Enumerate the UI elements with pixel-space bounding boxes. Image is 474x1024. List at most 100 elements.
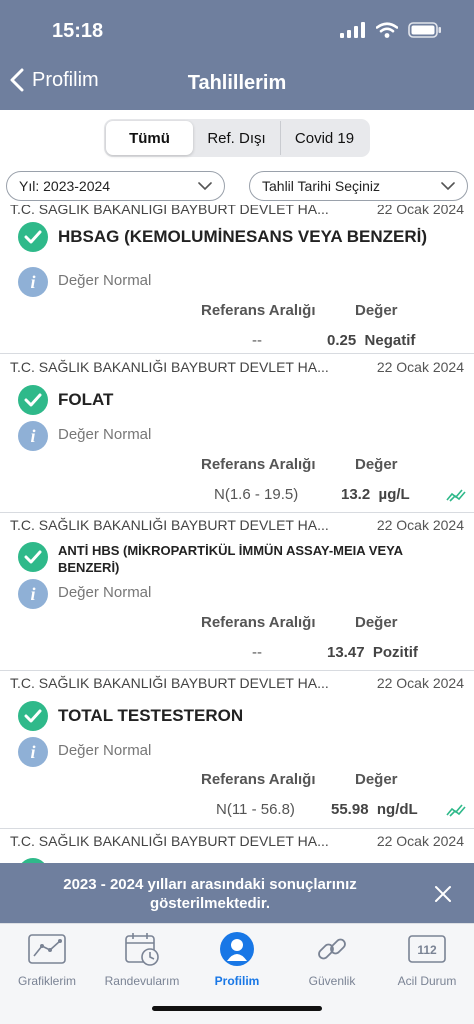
reference-range: N(11 - 56.8) xyxy=(216,801,295,818)
banner-text: 2023 - 2024 yılları arasındaki sonuçları… xyxy=(63,876,357,912)
info-icon[interactable]: i xyxy=(18,421,48,451)
emergency-icon: 112 xyxy=(407,930,447,968)
segment-out-of-range[interactable]: Ref. Dışı xyxy=(193,121,281,155)
hospital-name: T.C. SAĞLIK BAKANLIĞI BAYBURT DEVLET HA.… xyxy=(10,359,329,375)
result-value: 13.2 µg/L xyxy=(341,486,410,503)
reference-range: N(1.6 - 19.5) xyxy=(214,486,299,503)
info-icon[interactable]: i xyxy=(18,737,48,767)
result-value: 13.47 Pozitif xyxy=(327,644,418,661)
reference-range: -- xyxy=(252,644,262,661)
result-date: 22 Ocak 2024 xyxy=(376,359,464,375)
trend-chart-icon[interactable] xyxy=(446,488,466,502)
result-number: 0.25 xyxy=(327,332,357,349)
result-card[interactable]: T.C. SAĞLIK BAKANLIĞI BAYBURT DEVLET HA.… xyxy=(0,355,474,513)
info-icon[interactable]: i xyxy=(18,267,48,297)
status-bar: 15:18 xyxy=(0,0,474,60)
value-header: Değer xyxy=(355,771,398,788)
year-select[interactable]: Yıl: 2023-2024 xyxy=(6,171,225,201)
chevron-down-icon xyxy=(441,181,455,190)
result-number: 55.98 xyxy=(331,801,369,818)
chart-icon xyxy=(27,930,67,968)
tab-label: Acil Durum xyxy=(397,974,457,988)
wifi-icon xyxy=(376,22,398,38)
hospital-name: T.C. SAĞLIK BAKANLIĞI BAYBURT DEVLET HA.… xyxy=(10,675,329,691)
cellular-signal-icon xyxy=(340,22,365,38)
info-banner: 2023 - 2024 yılları arasındaki sonuçları… xyxy=(0,863,474,923)
reference-range-header: Referans Aralığı xyxy=(201,302,316,319)
result-card[interactable]: T.C. SAĞLIK BAKANLIĞI BAYBURT DEVLET HA.… xyxy=(0,671,474,829)
result-date: 22 Ocak 2024 xyxy=(376,517,464,533)
tab-emergency[interactable]: 112 Acil Durum xyxy=(380,930,474,990)
results-list[interactable]: T.C. SAĞLIK BAKANLIĞI BAYBURT DEVLET HA.… xyxy=(0,205,474,863)
tab-appointments[interactable]: Randevularım xyxy=(95,930,189,990)
tab-label: Profilim xyxy=(214,974,260,988)
card-header: T.C. SAĞLIK BAKANLIĞI BAYBURT DEVLET HA.… xyxy=(10,675,464,695)
navigation-bar: Profilim Tahlillerim xyxy=(0,66,474,102)
hospital-name: T.C. SAĞLIK BAKANLIĞI BAYBURT DEVLET HA.… xyxy=(10,205,329,217)
check-icon xyxy=(18,701,48,731)
year-select-value: Yıl: 2023-2024 xyxy=(19,178,111,194)
segment-all[interactable]: Tümü xyxy=(106,121,193,155)
result-unit: ng/dL xyxy=(376,801,418,818)
result-number: 13.2 xyxy=(341,486,371,503)
result-number: 13.47 xyxy=(327,644,365,661)
page-title: Tahlillerim xyxy=(187,72,287,94)
status-icons xyxy=(340,22,442,38)
result-status: Değer Normal xyxy=(58,426,152,443)
check-icon xyxy=(18,222,48,252)
reference-range-header: Referans Aralığı xyxy=(201,771,316,788)
hospital-name: T.C. SAĞLIK BAKANLIĞI BAYBURT DEVLET HA.… xyxy=(10,517,329,533)
result-date: 22 Ocak 2024 xyxy=(376,205,464,217)
header: 15:18 Profilim Tahlillerim xyxy=(0,0,474,110)
test-date-select[interactable]: Tahlil Tarihi Seçiniz xyxy=(249,171,468,201)
link-icon xyxy=(312,930,352,968)
result-status: Değer Normal xyxy=(58,272,152,289)
home-indicator[interactable] xyxy=(152,1006,322,1011)
profile-icon xyxy=(217,930,257,968)
info-icon[interactable]: i xyxy=(18,579,48,609)
tab-label: Randevularım xyxy=(104,974,180,988)
test-name: ANTİ HBS (MİKROPARTİKÜL İMMÜN ASSAY-MEIA… xyxy=(58,543,403,575)
tab-security[interactable]: Güvenlik xyxy=(285,930,379,990)
result-value: 55.98 ng/dL xyxy=(331,801,418,818)
tab-label: Güvenlik xyxy=(308,974,356,988)
result-unit: µg/L xyxy=(378,486,410,503)
result-status: Değer Normal xyxy=(58,584,152,601)
status-time: 15:18 xyxy=(52,20,104,42)
result-unit: Negatif xyxy=(364,332,416,349)
check-icon xyxy=(18,385,48,415)
result-status: Değer Normal xyxy=(58,742,152,759)
value-header: Değer xyxy=(355,302,398,319)
battery-icon xyxy=(408,22,441,38)
reference-range-header: Referans Aralığı xyxy=(201,456,316,473)
result-date: 22 Ocak 2024 xyxy=(376,833,464,849)
card-header: T.C. SAĞLIK BAKANLIĞI BAYBURT DEVLET HA.… xyxy=(10,517,464,537)
close-icon[interactable] xyxy=(432,883,454,905)
result-unit: Pozitif xyxy=(372,644,418,661)
card-header: T.C. SAĞLIK BAKANLIĞI BAYBURT DEVLET HA.… xyxy=(10,359,464,379)
calendar-icon xyxy=(122,930,162,968)
result-card[interactable]: T.C. SAĞLIK BAKANLIĞI BAYBURT DEVLET HA.… xyxy=(0,205,474,354)
test-name: TOTAL TESTESTERON xyxy=(58,706,244,725)
hospital-name: T.C. SAĞLIK BAKANLIĞI BAYBURT DEVLET HA.… xyxy=(10,833,329,849)
chevron-down-icon xyxy=(198,181,212,190)
value-header: Değer xyxy=(355,614,398,631)
card-header: T.C. SAĞLIK BAKANLIĞI BAYBURT DEVLET HA.… xyxy=(10,205,464,221)
card-header: T.C. SAĞLIK BAKANLIĞI BAYBURT DEVLET HA.… xyxy=(10,833,464,853)
reference-range: -- xyxy=(252,332,262,349)
segment-covid[interactable]: Covid 19 xyxy=(281,121,368,155)
result-card[interactable]: T.C. SAĞLIK BAKANLIĞI BAYBURT DEVLET HA.… xyxy=(0,513,474,671)
emergency-badge: 112 xyxy=(417,943,437,957)
value-header: Değer xyxy=(355,456,398,473)
filter-segmented-control: Tümü Ref. Dışı Covid 19 xyxy=(104,119,370,157)
tab-charts[interactable]: Grafiklerim xyxy=(0,930,94,990)
test-name: HBSAG (KEMOLUMİNESANS VEYA BENZERİ) xyxy=(58,227,427,246)
trend-chart-icon[interactable] xyxy=(446,803,466,817)
test-date-select-value: Tahlil Tarihi Seçiniz xyxy=(262,178,381,194)
tab-profile[interactable]: Profilim xyxy=(190,930,284,990)
result-value: 0.25 Negatif xyxy=(327,332,415,349)
result-card[interactable]: T.C. SAĞLIK BAKANLIĞI BAYBURT DEVLET HA.… xyxy=(0,829,474,863)
check-icon xyxy=(18,542,48,572)
result-date: 22 Ocak 2024 xyxy=(376,675,464,691)
reference-range-header: Referans Aralığı xyxy=(201,614,316,631)
